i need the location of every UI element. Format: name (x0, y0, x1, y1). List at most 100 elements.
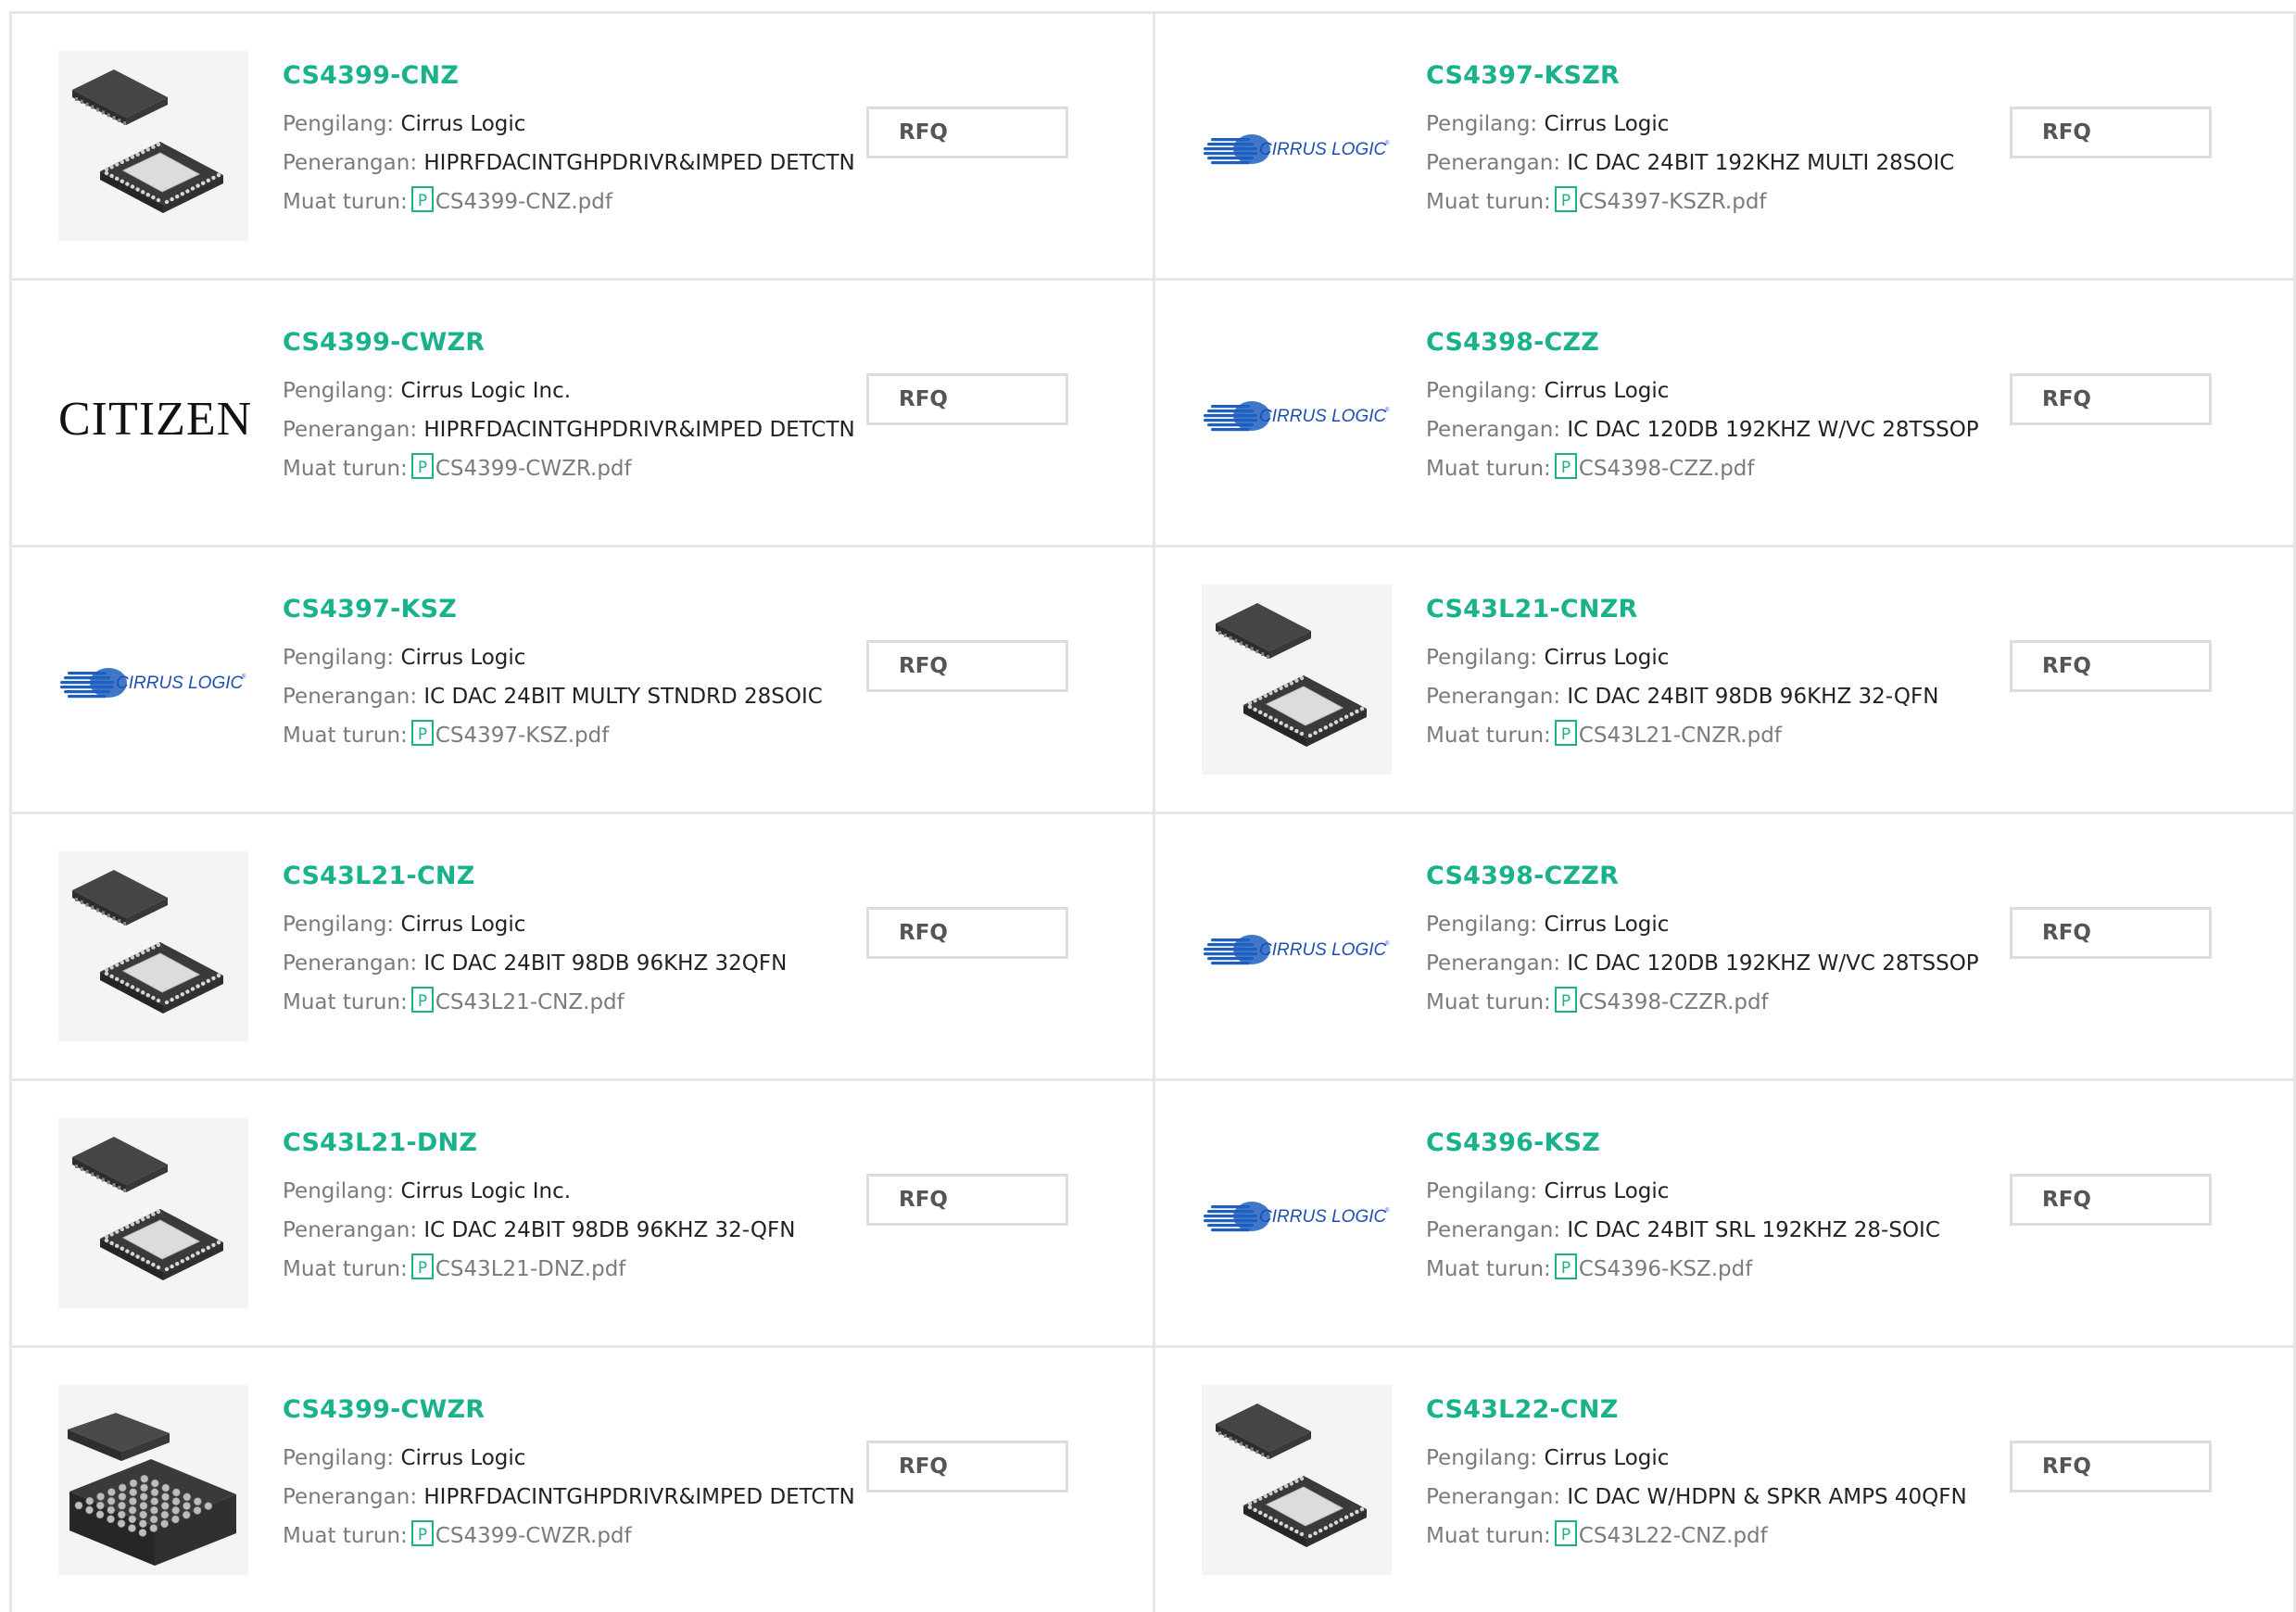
svg-text:P: P (418, 192, 427, 210)
part-number-link[interactable]: CS4399-CWZR (283, 327, 876, 372)
cirrus-logic-logo[interactable]: CIRRUS LOGIC ® (1202, 851, 1392, 1041)
rfq-button[interactable]: RFQ (2010, 1174, 2212, 1226)
product-card: CITIZEN CS4399-CWZR Pengilang: Cirrus Logi… (9, 278, 1153, 545)
pdf-icon[interactable]: P (1554, 987, 1577, 1026)
datasheet-link[interactable]: CS4396-KSZ.pdf (1579, 1257, 1753, 1281)
part-number-link[interactable]: CS4398-CZZ (1426, 327, 2019, 372)
description-label: Penerangan: (283, 418, 418, 442)
cirrus-logic-logo[interactable]: CIRRUS LOGIC ® (1202, 318, 1392, 508)
rfq-button[interactable]: RFQ (866, 373, 1068, 425)
download-row: Muat turun: P CS4399-CNZ.pdf (283, 183, 876, 221)
qfn-chip-icon[interactable] (1202, 585, 1392, 775)
svg-text:P: P (418, 1526, 427, 1544)
rfq-button[interactable]: RFQ (2010, 907, 2212, 959)
product-info: CS43L22-CNZ Pengilang: Cirrus Logic Penera… (1426, 1394, 2019, 1555)
rfq-button[interactable]: RFQ (866, 907, 1068, 959)
pdf-icon[interactable]: P (1554, 1520, 1577, 1559)
part-number-link[interactable]: CS43L22-CNZ (1426, 1394, 2019, 1439)
part-number-link[interactable]: CS43L21-CNZR (1426, 594, 2019, 638)
product-info: CS4397-KSZ Pengilang: Cirrus Logic Peneran… (283, 594, 876, 755)
pdf-icon[interactable]: P (1554, 720, 1577, 759)
datasheet-link[interactable]: CS4398-CZZR.pdf (1579, 990, 1769, 1014)
description-value: HIPRFDACINTGHPDRIVR&IMPED DETCTN (423, 418, 855, 442)
part-number-link[interactable]: CS43L21-DNZ (283, 1127, 876, 1172)
svg-text:CIRRUS LOGIC: CIRRUS LOGIC (1259, 140, 1387, 159)
download-label: Muat turun: (1426, 990, 1551, 1014)
datasheet-link[interactable]: CS4399-CNZ.pdf (435, 190, 612, 214)
rfq-button[interactable]: RFQ (866, 640, 1068, 692)
pdf-icon[interactable]: P (410, 987, 434, 1026)
rfq-button[interactable]: RFQ (2010, 640, 2212, 692)
datasheet-link[interactable]: CS43L22-CNZ.pdf (1579, 1524, 1768, 1548)
svg-text:P: P (418, 725, 427, 744)
datasheet-link[interactable]: CS43L21-CNZR.pdf (1579, 724, 1782, 748)
pdf-icon[interactable]: P (1554, 186, 1577, 225)
download-row: Muat turun: P CS4397-KSZ.pdf (283, 716, 876, 755)
pdf-icon[interactable]: P (410, 1253, 434, 1292)
part-number-link[interactable]: CS4399-CWZR (283, 1394, 876, 1439)
manufacturer-label: Pengilang: (283, 913, 395, 937)
rfq-button[interactable]: RFQ (2010, 107, 2212, 158)
rfq-button[interactable]: RFQ (2010, 373, 2212, 425)
rfq-button[interactable]: RFQ (866, 1174, 1068, 1226)
product-card: CS43L21-CNZR Pengilang: Cirrus Logic Pener… (1153, 545, 2296, 812)
manufacturer-value: Cirrus Logic (400, 1446, 526, 1470)
description-value: IC DAC 24BIT SRL 192KHZ 28-SOIC (1567, 1218, 1940, 1242)
pdf-icon[interactable]: P (410, 720, 434, 759)
rfq-button[interactable]: RFQ (2010, 1441, 2212, 1492)
cirrus-logic-logo[interactable]: CIRRUS LOGIC ® (1202, 1118, 1392, 1308)
manufacturer-row: Pengilang: Cirrus Logic (1426, 372, 2019, 410)
datasheet-link[interactable]: CS4399-CWZR.pdf (435, 457, 632, 481)
product-grid: CS4399-CNZ Pengilang: Cirrus Logic Peneran… (9, 11, 2296, 1612)
citizen-logo-text: CITIZEN (58, 393, 253, 446)
part-number-link[interactable]: CS4396-KSZ (1426, 1127, 2019, 1172)
description-label: Penerangan: (1426, 1485, 1561, 1509)
datasheet-link[interactable]: CS4397-KSZR.pdf (1579, 190, 1767, 214)
datasheet-link[interactable]: CS4398-CZZ.pdf (1579, 457, 1755, 481)
pdf-icon[interactable]: P (1554, 453, 1577, 492)
cirrus-logic-logo[interactable]: CIRRUS LOGIC ® (58, 585, 248, 775)
part-number-link[interactable]: CS4399-CNZ (283, 60, 876, 105)
part-number-link[interactable]: CS43L21-CNZ (283, 861, 876, 905)
description-row: Penerangan: IC DAC W/HDPN & SPKR AMPS 40… (1426, 1478, 2019, 1517)
datasheet-link[interactable]: CS4397-KSZ.pdf (435, 724, 610, 748)
datasheet-link[interactable]: CS43L21-CNZ.pdf (435, 990, 624, 1014)
download-row: Muat turun: P CS4399-CWZR.pdf (283, 449, 876, 488)
rfq-button[interactable]: RFQ (866, 1441, 1068, 1492)
manufacturer-label: Pengilang: (283, 1179, 395, 1203)
pdf-icon[interactable]: P (410, 1520, 434, 1559)
description-row: Penerangan: IC DAC 24BIT 98DB 96KHZ 32-Q… (1426, 677, 2019, 716)
pdf-icon[interactable]: P (410, 453, 434, 492)
svg-text:P: P (1561, 459, 1571, 477)
description-row: Penerangan: IC DAC 24BIT 98DB 96KHZ 32-Q… (283, 1211, 876, 1250)
manufacturer-label: Pengilang: (283, 112, 395, 136)
citizen-logo[interactable]: CITIZEN (58, 318, 253, 508)
datasheet-link[interactable]: CS43L21-DNZ.pdf (435, 1257, 626, 1281)
datasheet-link[interactable]: CS4399-CWZR.pdf (435, 1524, 632, 1548)
pdf-icon[interactable]: P (1554, 1253, 1577, 1292)
download-row: Muat turun: P CS43L21-CNZR.pdf (1426, 716, 2019, 755)
qfn-chip-icon[interactable] (58, 51, 248, 241)
description-row: Penerangan: IC DAC 24BIT 98DB 96KHZ 32QF… (283, 944, 876, 983)
svg-text:CIRRUS LOGIC: CIRRUS LOGIC (1259, 407, 1387, 426)
svg-text:P: P (1561, 992, 1571, 1011)
part-number-link[interactable]: CS4398-CZZR (1426, 861, 2019, 905)
qfn-chip-icon[interactable] (58, 851, 248, 1041)
qfn-chip-icon[interactable] (58, 1118, 248, 1308)
pdf-icon[interactable]: P (410, 186, 434, 225)
manufacturer-label: Pengilang: (1426, 1446, 1538, 1470)
part-number-link[interactable]: CS4397-KSZ (283, 594, 876, 638)
description-value: IC DAC 24BIT MULTY STNDRD 28SOIC (423, 685, 823, 709)
part-number-link[interactable]: CS4397-KSZR (1426, 60, 2019, 105)
description-row: Penerangan: IC DAC 120DB 192KHZ W/VC 28T… (1426, 944, 2019, 983)
svg-text:P: P (1561, 725, 1571, 744)
bga-chip-icon[interactable] (58, 1385, 248, 1575)
qfn-chip-icon[interactable] (1202, 1385, 1392, 1575)
svg-text:®: ® (1385, 1207, 1390, 1214)
rfq-button[interactable]: RFQ (866, 107, 1068, 158)
download-label: Muat turun: (283, 190, 408, 214)
description-value: IC DAC 24BIT 98DB 96KHZ 32-QFN (1567, 685, 1939, 709)
download-label: Muat turun: (1426, 724, 1551, 748)
manufacturer-label: Pengilang: (283, 646, 395, 670)
cirrus-logic-logo[interactable]: CIRRUS LOGIC ® (1202, 51, 1392, 241)
